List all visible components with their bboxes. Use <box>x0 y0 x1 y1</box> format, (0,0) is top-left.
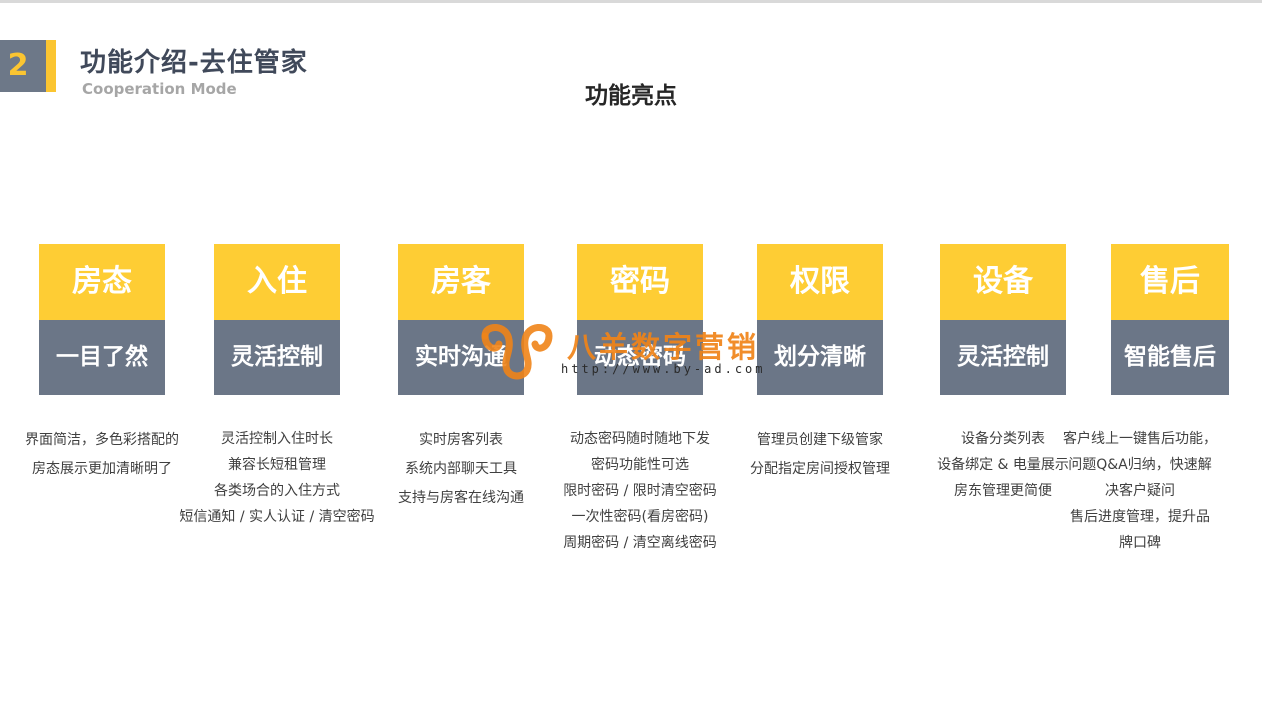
feature-title: 权限 <box>757 244 883 320</box>
desc-line: 周期密码 / 清空离线密码 <box>563 535 717 551</box>
feature-subtitle: 动态密码 <box>577 320 703 395</box>
feature-card-room-status: 房态 一目了然 <box>39 244 165 395</box>
feature-title: 设备 <box>940 244 1066 320</box>
feature-card-guest: 房客 实时沟通 <box>398 244 524 395</box>
desc-line: 牌口碑 <box>1119 535 1161 551</box>
feature-subtitle: 划分清晰 <box>757 320 883 395</box>
desc-line: 售后进度管理，提升品 <box>1070 509 1210 525</box>
desc-line: 客户线上一键售后功能， <box>1063 431 1217 447</box>
feature-subtitle: 灵活控制 <box>940 320 1066 395</box>
feature-subtitle: 智能售后 <box>1111 320 1229 395</box>
feature-title: 售后 <box>1111 244 1229 320</box>
desc-line: 决客户疑问 <box>1105 483 1175 499</box>
feature-subtitle: 灵活控制 <box>214 320 340 395</box>
feature-card-password: 密码 动态密码 <box>577 244 703 395</box>
feature-subtitle: 实时沟通 <box>398 320 524 395</box>
feature-card-checkin: 入住 灵活控制 <box>214 244 340 395</box>
top-divider <box>0 0 1262 3</box>
feature-desc-after-sales: 客户线上一键售后功能， 问题Q&A归纳，快速解 决客户疑问 售后进度管理，提升品… <box>1018 426 1262 556</box>
feature-subtitle: 一目了然 <box>39 320 165 395</box>
feature-card-permission: 权限 划分清晰 <box>757 244 883 395</box>
desc-line: 一次性密码(看房密码) <box>571 509 709 525</box>
section-heading: 功能亮点 <box>585 83 677 109</box>
feature-card-device: 设备 灵活控制 <box>940 244 1066 395</box>
feature-title: 入住 <box>214 244 340 320</box>
feature-title: 房客 <box>398 244 524 320</box>
page-title: 功能介绍-去住管家 <box>80 48 308 78</box>
feature-card-after-sales: 售后 智能售后 <box>1111 244 1229 395</box>
desc-line: 问题Q&A归纳，快速解 <box>1068 457 1212 473</box>
feature-title: 密码 <box>577 244 703 320</box>
feature-title: 房态 <box>39 244 165 320</box>
